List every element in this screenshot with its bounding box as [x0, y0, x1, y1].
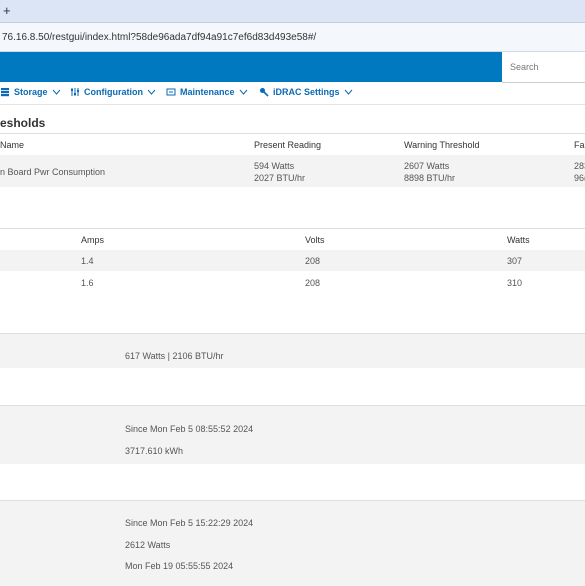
configuration-icon [71, 88, 79, 96]
energy-value: 3717.610 kWh [125, 446, 184, 456]
column-header-name: Name [0, 140, 25, 150]
page-title: esholds [0, 116, 46, 130]
energy-row: Since Mon Feb 5 08:55:52 2024 3717.610 k… [0, 405, 585, 464]
address-bar-url[interactable]: 76.16.8.50/restgui/index.html?58de96ada7… [2, 32, 316, 43]
failure-threshold-watts: 283 [574, 161, 585, 171]
table-row: n Board Pwr Consumption 594 Watts 2027 B… [0, 155, 585, 187]
nav-configuration[interactable]: Configuration [70, 87, 156, 97]
present-reading-watts: 594 Watts [254, 161, 295, 171]
present-reading-btu: 2027 BTU/hr [254, 173, 306, 183]
table-row: 1.6 208 310 [0, 271, 585, 293]
address-bar[interactable]: 76.16.8.50/restgui/index.html?58de96ada7… [0, 23, 585, 52]
nav-storage[interactable]: Storage [0, 87, 61, 97]
nav-maintenance-label: Maintenance [180, 87, 235, 97]
column-header-amps: Amps [81, 235, 105, 245]
column-header-present-reading: Present Reading [254, 140, 322, 150]
warning-threshold-watts: 2607 Watts [404, 161, 450, 171]
search-input[interactable] [502, 52, 585, 82]
column-header-warning-threshold: Warning Threshold [404, 140, 480, 150]
nav-storage-label: Storage [14, 87, 48, 97]
chevron-down-icon [239, 89, 247, 95]
table-row: 1.4 208 307 [0, 250, 585, 271]
maintenance-icon [166, 88, 176, 96]
psu-watts: 310 [507, 278, 523, 288]
headroom-value: 617 Watts | 2106 BTU/hr [125, 351, 224, 361]
peak-time: Mon Feb 19 05:55:55 2024 [125, 561, 234, 571]
column-header-volts: Volts [305, 235, 325, 245]
nav-idrac-settings[interactable]: iDRAC Settings [259, 87, 353, 97]
peak-row: Since Mon Feb 5 15:22:29 2024 2612 Watts… [0, 500, 585, 586]
nav-configuration-label: Configuration [84, 87, 143, 97]
psu-amps: 1.6 [81, 278, 94, 288]
new-tab-button[interactable]: + [3, 3, 11, 18]
divider [0, 228, 585, 229]
headroom-row: 617 Watts | 2106 BTU/hr [0, 333, 585, 368]
warning-threshold-btu: 8898 BTU/hr [404, 173, 456, 183]
divider [0, 133, 585, 134]
psu-volts: 208 [305, 278, 321, 288]
main-nav: Storage Configuration Maintenance iDRAC … [0, 82, 585, 105]
sensor-name: n Board Pwr Consumption [0, 167, 106, 177]
search-box[interactable] [502, 52, 585, 83]
psu-amps: 1.4 [81, 256, 94, 266]
browser-tab-strip: + [0, 0, 585, 23]
nav-maintenance[interactable]: Maintenance [166, 87, 248, 97]
storage-icon [1, 88, 9, 97]
energy-since: Since Mon Feb 5 08:55:52 2024 [125, 424, 254, 434]
peak-since: Since Mon Feb 5 15:22:29 2024 [125, 518, 254, 528]
psu-volts: 208 [305, 256, 321, 266]
psu-watts: 307 [507, 256, 523, 266]
nav-idrac-settings-label: iDRAC Settings [273, 87, 340, 97]
app-header-bar [0, 52, 502, 82]
wrench-icon [260, 88, 269, 97]
column-header-watts: Watts [507, 235, 530, 245]
chevron-down-icon [52, 89, 60, 95]
chevron-down-icon [147, 89, 156, 95]
column-header-failure-threshold: Fai [574, 140, 585, 150]
peak-value: 2612 Watts [125, 540, 171, 550]
chevron-down-icon [344, 89, 352, 95]
failure-threshold-btu: 96( [574, 173, 585, 183]
